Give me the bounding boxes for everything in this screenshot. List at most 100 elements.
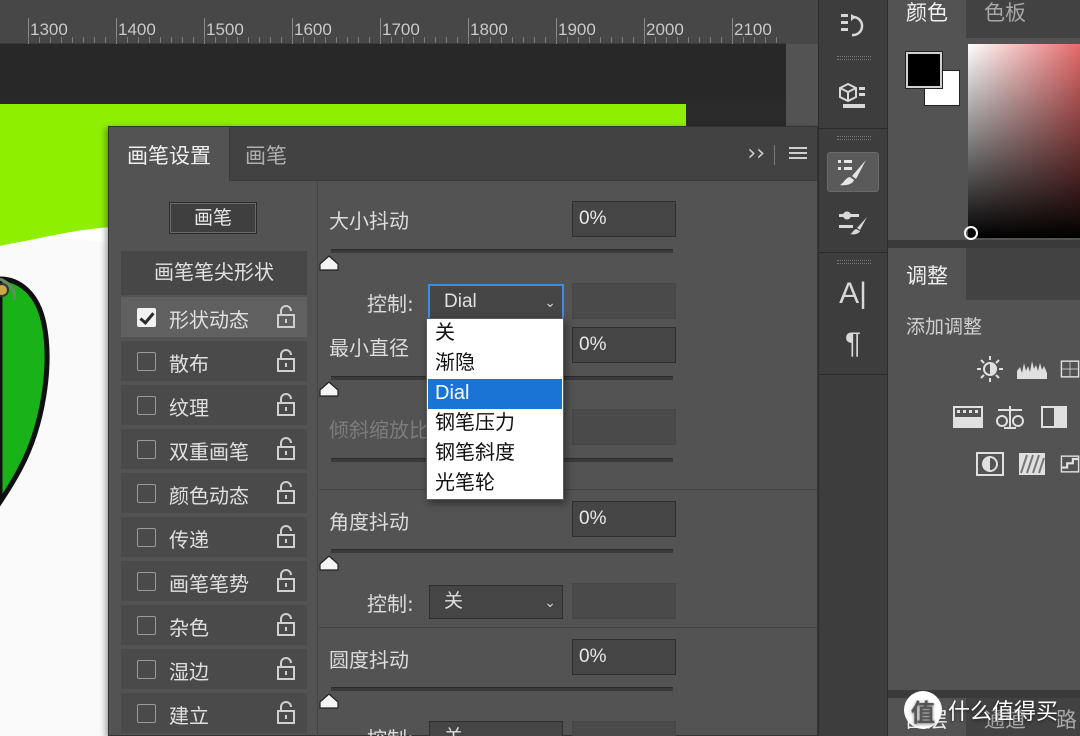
lock-icon[interactable] bbox=[277, 701, 295, 725]
dropdown-option-fade[interactable]: 渐隐 bbox=[428, 349, 562, 379]
lock-icon[interactable] bbox=[277, 437, 295, 461]
category-label: 散布 bbox=[169, 352, 209, 376]
exposure-button[interactable] bbox=[952, 403, 984, 431]
color-dynamics-checkbox[interactable] bbox=[137, 484, 156, 503]
lock-icon[interactable] bbox=[277, 305, 295, 329]
tab-swatches[interactable]: 色板 bbox=[966, 0, 1044, 38]
lock-icon[interactable] bbox=[277, 569, 295, 593]
ruler-minor-tick bbox=[721, 37, 722, 43]
ruler-minor-tick bbox=[39, 37, 40, 43]
shape-dynamics-checkbox[interactable] bbox=[137, 308, 156, 327]
color-picker-field[interactable] bbox=[968, 44, 1080, 238]
character-icon: A| bbox=[839, 277, 867, 310]
brush-tip-shape-item[interactable]: 画笔笔尖形状 bbox=[121, 251, 307, 295]
size-jitter-value[interactable]: 0% bbox=[572, 201, 676, 237]
ruler-minor-tick bbox=[391, 37, 392, 43]
ruler-minor-tick bbox=[688, 37, 689, 43]
dropdown-option-dial[interactable]: Dial bbox=[428, 379, 562, 409]
transfer-checkbox[interactable] bbox=[137, 528, 156, 547]
dropdown-option-pen-tilt[interactable]: 钢笔斜度 bbox=[428, 439, 562, 469]
ruler-corner bbox=[786, 0, 818, 44]
brush-presets-button[interactable] bbox=[827, 202, 879, 242]
3d-button[interactable] bbox=[827, 76, 879, 116]
brightness-contrast-button[interactable] bbox=[974, 355, 1006, 383]
category-shape-dynamics[interactable]: 形状动态 bbox=[121, 297, 307, 339]
panel-menu-icon[interactable] bbox=[789, 147, 807, 161]
slider-thumb-icon[interactable] bbox=[319, 255, 339, 271]
noise-checkbox[interactable] bbox=[137, 616, 156, 635]
wet-edges-checkbox[interactable] bbox=[137, 660, 156, 679]
dropdown-option-pen-pressure[interactable]: 钢笔压力 bbox=[428, 409, 562, 439]
angle-jitter-label: 角度抖动 bbox=[329, 510, 409, 534]
panel-grip[interactable] bbox=[837, 136, 871, 140]
roundness-jitter-slider[interactable] bbox=[331, 687, 673, 691]
angle-control-select[interactable]: 关 ⌄ bbox=[429, 585, 563, 619]
vibrance-button[interactable] bbox=[994, 403, 1026, 431]
panel-grip[interactable] bbox=[837, 56, 871, 60]
history-button[interactable] bbox=[827, 6, 879, 46]
dual-brush-checkbox[interactable] bbox=[137, 440, 156, 459]
gradient-map-button[interactable] bbox=[1016, 450, 1048, 478]
foreground-color-swatch[interactable] bbox=[906, 52, 942, 88]
collapse-panel-button[interactable]: ›› bbox=[747, 141, 765, 166]
ruler-minor-tick bbox=[138, 37, 139, 43]
lock-icon[interactable] bbox=[277, 393, 295, 417]
roundness-control-value-box bbox=[572, 721, 676, 736]
category-build-up[interactable]: 建立 bbox=[121, 693, 307, 735]
levels-button[interactable] bbox=[1016, 355, 1048, 383]
min-diameter-value[interactable]: 0% bbox=[572, 327, 676, 363]
category-brush-pose[interactable]: 画笔笔势 bbox=[121, 561, 307, 603]
lock-icon[interactable] bbox=[277, 657, 295, 681]
brush-pose-checkbox[interactable] bbox=[137, 572, 156, 591]
tab-adjustments[interactable]: 调整 bbox=[888, 248, 966, 300]
angle-jitter-value[interactable]: 0% bbox=[572, 501, 676, 537]
slider-thumb-icon[interactable] bbox=[319, 381, 339, 397]
category-dual-brush[interactable]: 双重画笔 bbox=[121, 429, 307, 471]
lock-icon[interactable] bbox=[277, 481, 295, 505]
slider-thumb-icon[interactable] bbox=[319, 555, 339, 571]
panel-divider bbox=[317, 181, 318, 736]
ruler-minor-tick bbox=[710, 37, 711, 43]
panel-grip[interactable] bbox=[837, 260, 871, 264]
character-button[interactable]: A| bbox=[827, 274, 879, 314]
posterize-icon bbox=[1060, 455, 1080, 473]
dropdown-option-off[interactable]: 关 bbox=[428, 319, 562, 349]
angle-jitter-slider[interactable] bbox=[331, 549, 673, 553]
category-noise[interactable]: 杂色 bbox=[121, 605, 307, 647]
tab-brush-settings[interactable]: 画笔设置 bbox=[109, 127, 230, 181]
brush-settings-button[interactable] bbox=[827, 152, 879, 192]
brightness-icon bbox=[977, 356, 1003, 382]
posterize-button[interactable] bbox=[1060, 450, 1080, 478]
color-picker-cursor[interactable] bbox=[964, 226, 978, 240]
tab-brushes[interactable]: 画笔 bbox=[227, 127, 305, 181]
ruler-minor-tick bbox=[633, 37, 634, 43]
lock-icon[interactable] bbox=[277, 525, 295, 549]
dropdown-option-stylus-wheel[interactable]: 光笔轮 bbox=[428, 469, 562, 499]
slider-thumb-icon[interactable] bbox=[319, 693, 339, 709]
lock-icon[interactable] bbox=[277, 349, 295, 373]
category-color-dynamics[interactable]: 颜色动态 bbox=[121, 473, 307, 515]
ruler-minor-tick bbox=[655, 37, 656, 43]
history-icon bbox=[841, 14, 864, 37]
section-divider bbox=[319, 489, 817, 490]
category-transfer[interactable]: 传递 bbox=[121, 517, 307, 559]
lock-icon[interactable] bbox=[277, 613, 295, 637]
category-texture[interactable]: 纹理 bbox=[121, 385, 307, 427]
paragraph-button[interactable]: ¶ bbox=[827, 324, 879, 364]
tab-color[interactable]: 颜色 bbox=[888, 0, 966, 38]
roundness-control-select[interactable]: 关 bbox=[429, 721, 563, 736]
category-scattering[interactable]: 散布 bbox=[121, 341, 307, 383]
brushes-button[interactable]: 画笔 bbox=[169, 202, 257, 234]
category-wet-edges[interactable]: 湿边 bbox=[121, 649, 307, 691]
invert-button[interactable] bbox=[974, 450, 1006, 478]
size-jitter-slider[interactable] bbox=[331, 249, 673, 253]
size-control-value: Dial bbox=[444, 291, 477, 312]
size-control-select[interactable]: Dial ⌄ bbox=[429, 285, 563, 319]
curves-button[interactable] bbox=[1060, 355, 1080, 383]
roundness-jitter-value[interactable]: 0% bbox=[572, 639, 676, 675]
build-up-checkbox[interactable] bbox=[137, 704, 156, 723]
category-label: 画笔笔势 bbox=[169, 572, 249, 596]
scattering-checkbox[interactable] bbox=[137, 352, 156, 371]
texture-checkbox[interactable] bbox=[137, 396, 156, 415]
black-white-button[interactable] bbox=[1038, 403, 1070, 431]
